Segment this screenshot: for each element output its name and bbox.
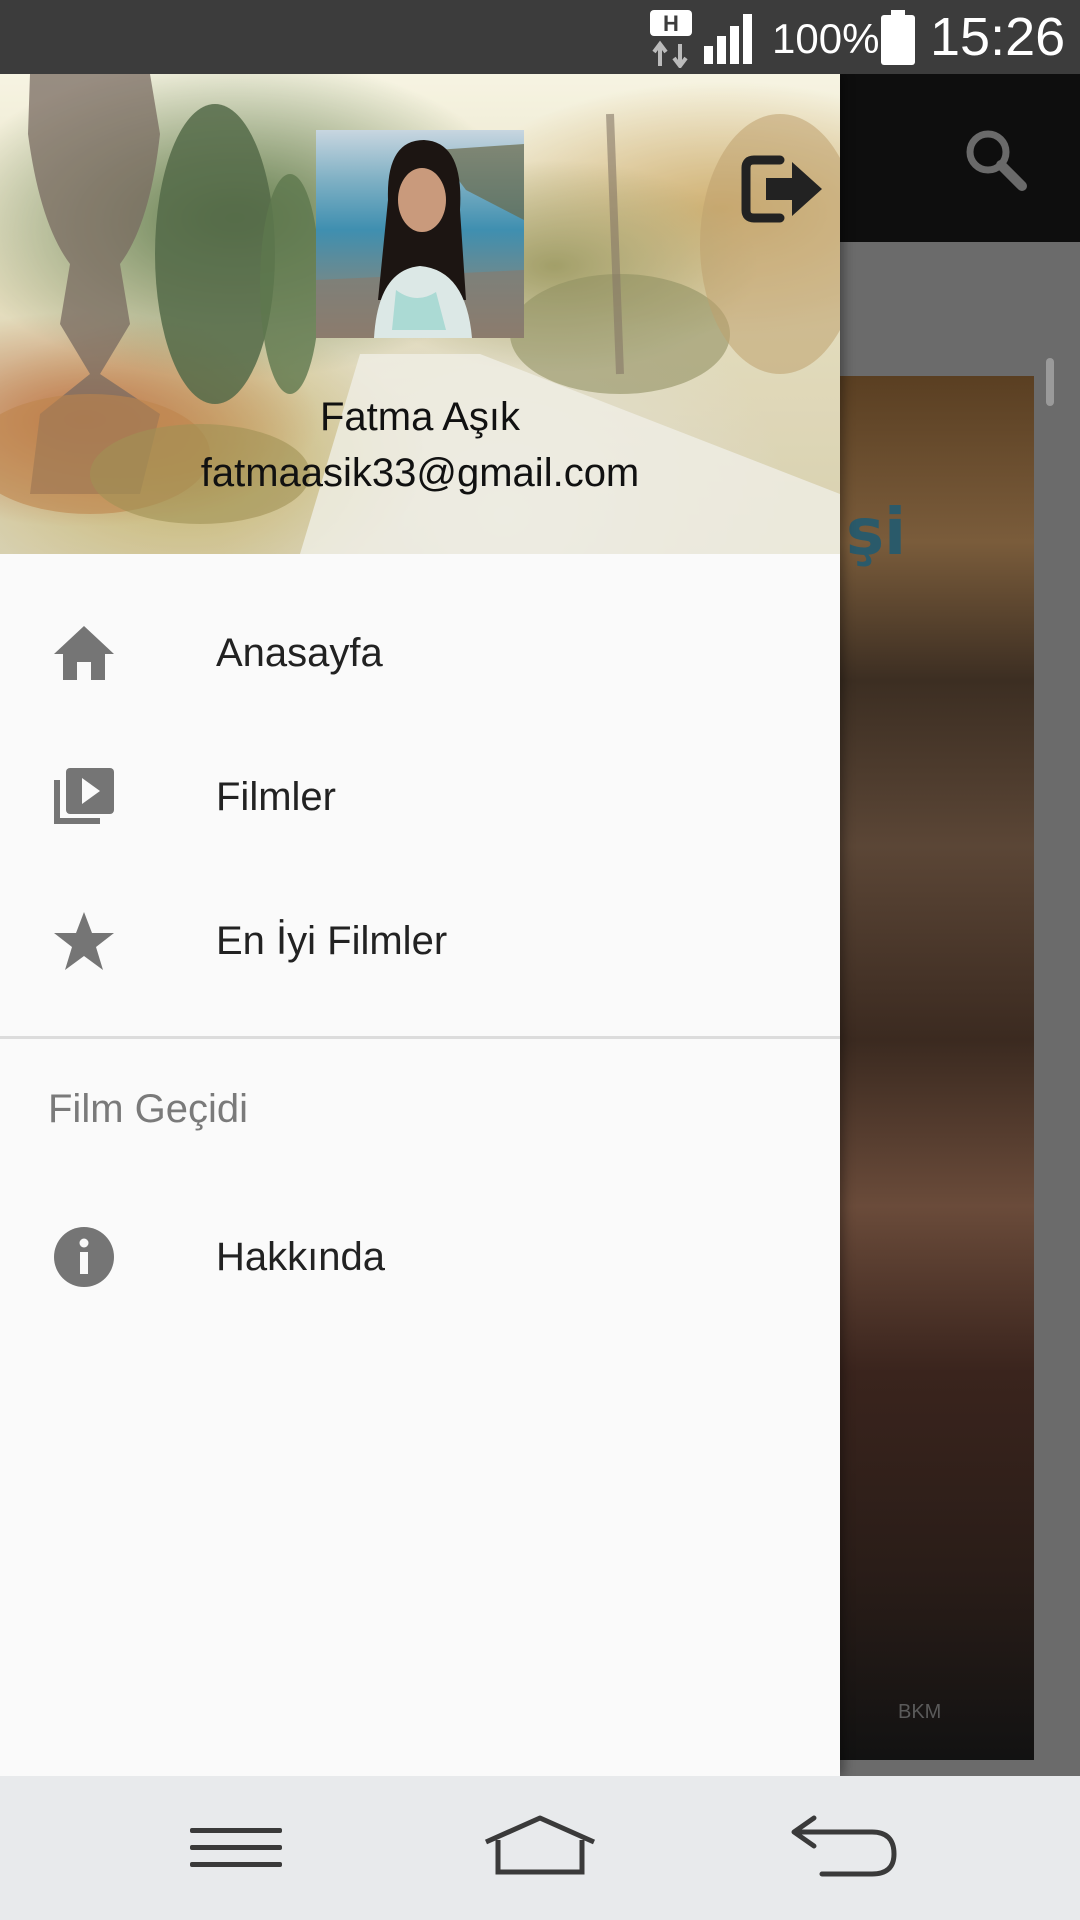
drawer-header: Fatma Aşık fatmaasik33@gmail.com [0, 74, 840, 554]
status-clock: 15:26 [930, 7, 1066, 67]
avatar-photo [316, 140, 524, 338]
home-outline-icon[interactable] [480, 1812, 600, 1884]
battery-icon [881, 10, 915, 65]
drawer-item-filmler[interactable]: Filmler [0, 736, 840, 856]
video-library-icon [54, 768, 114, 824]
drawer-item-label: Anasayfa [216, 631, 383, 675]
home-icon [54, 626, 114, 680]
drawer-section-title: Film Geçidi [48, 1087, 249, 1131]
poster-artwork: şi [846, 496, 907, 570]
scrollbar-thumb[interactable] [1046, 358, 1054, 406]
network-type-icon: H [650, 10, 692, 68]
signal-strength-icon [704, 14, 752, 64]
logout-icon[interactable] [740, 154, 826, 224]
drawer-item-anasayfa[interactable]: Anasayfa [0, 592, 840, 712]
drawer-item-en-iyi-filmler[interactable]: En İyi Filmler [0, 880, 840, 1000]
network-type-label: H [663, 11, 679, 36]
battery-percentage: 100% [772, 15, 880, 62]
menu-lines-icon[interactable] [176, 1812, 296, 1884]
back-arrow-icon[interactable] [784, 1812, 904, 1884]
user-name: Fatma Aşık [319, 395, 521, 439]
poster-logo: BKM [898, 1701, 942, 1723]
drawer-item-hakkinda[interactable]: Hakkında [0, 1196, 840, 1316]
status-bar: H 100% 15:26 [0, 0, 1080, 74]
drawer-item-label: Hakkında [216, 1235, 385, 1279]
star-icon [54, 912, 114, 970]
drawer-divider [0, 1036, 840, 1039]
drawer-item-label: Filmler [216, 775, 336, 819]
navigation-drawer: Fatma Aşık fatmaasik33@gmail.com Anasayf… [0, 74, 840, 1776]
drawer-item-label: En İyi Filmler [216, 919, 448, 963]
system-navigation-bar [0, 1776, 1080, 1920]
search-icon[interactable] [960, 124, 1030, 194]
info-icon [54, 1227, 114, 1287]
user-avatar[interactable] [316, 130, 524, 338]
movie-poster-image[interactable]: şi BKM [838, 376, 1034, 1760]
user-email: fatmaasik33@gmail.com [200, 451, 640, 495]
